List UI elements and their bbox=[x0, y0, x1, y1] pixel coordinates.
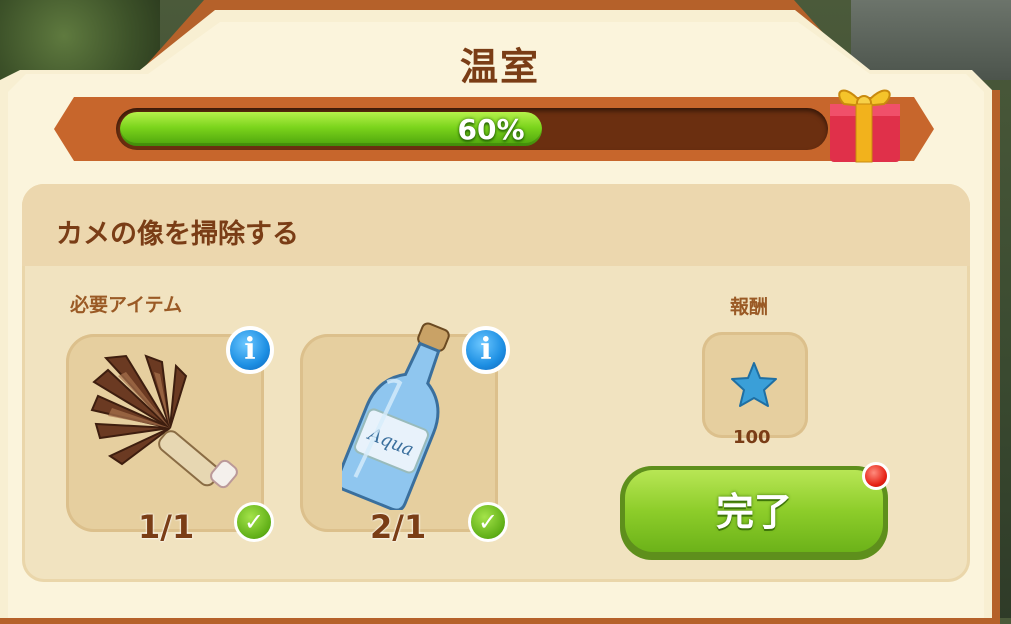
requirements-label: 必要アイテム bbox=[70, 294, 183, 316]
notification-badge bbox=[862, 462, 890, 490]
feather-duster-icon bbox=[90, 354, 238, 489]
aqua-bottle-icon: Aqua bbox=[342, 322, 450, 510]
required-item-count: 2/1 bbox=[370, 508, 427, 546]
checkmark-icon: ✓ bbox=[468, 502, 508, 542]
reward-amount: 100 bbox=[733, 427, 771, 448]
required-item-count: 1/1 bbox=[138, 508, 195, 546]
progress-label: 60% bbox=[457, 113, 525, 146]
info-icon[interactable]: i bbox=[226, 326, 274, 374]
blue-star-icon bbox=[731, 362, 777, 407]
gift-box-icon[interactable] bbox=[822, 70, 906, 166]
complete-button[interactable]: 完了 bbox=[620, 466, 888, 560]
reward-label: 報酬 bbox=[730, 296, 769, 318]
info-icon[interactable]: i bbox=[462, 326, 510, 374]
complete-button-label: 完了 bbox=[625, 470, 883, 552]
checkmark-icon: ✓ bbox=[234, 502, 274, 542]
task-title: カメの像を掃除する bbox=[56, 219, 299, 250]
